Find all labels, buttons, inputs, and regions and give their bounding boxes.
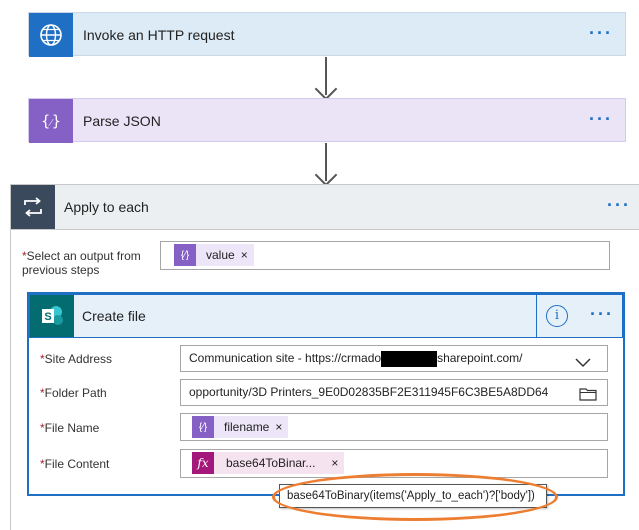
site-address-label: *Site Address	[40, 352, 113, 366]
svg-text:S: S	[44, 311, 51, 323]
site-address-dropdown[interactable]: Communication site - https://crmado share…	[180, 345, 608, 372]
expression-token-remove[interactable]: ×	[321, 456, 344, 470]
sharepoint-icon: S	[30, 295, 74, 337]
filename-token-remove[interactable]: ×	[275, 420, 288, 434]
create-file-header[interactable]: S Create file	[29, 294, 537, 338]
folder-path-input[interactable]: opportunity/3D Printers_9E0D02835BF2E311…	[180, 379, 608, 406]
http-request-title: Invoke an HTTP request	[83, 27, 235, 43]
http-request-more-button[interactable]: ···	[589, 13, 613, 57]
file-name-label: *File Name	[40, 421, 100, 435]
code-braces-icon: {⁄}	[174, 244, 196, 266]
code-braces-icon: {⁄}	[192, 416, 214, 438]
parse-json-title: Parse JSON	[83, 113, 161, 129]
create-file-title: Create file	[82, 308, 146, 324]
apply-to-each-more-button[interactable]: ···	[607, 185, 631, 229]
function-icon: fx	[192, 452, 214, 474]
parse-json-more-button[interactable]: ···	[589, 99, 613, 143]
info-icon[interactable]: i	[546, 305, 568, 327]
value-token-label: value	[206, 248, 235, 262]
connector-arrow-1	[314, 57, 338, 101]
folder-path-label: *Folder Path	[40, 386, 107, 400]
apply-to-each-header[interactable]: Apply to each ···	[10, 184, 639, 230]
filename-token[interactable]: {⁄} filename ×	[192, 416, 289, 438]
loop-arrows-icon	[11, 185, 55, 229]
globe-icon	[29, 13, 73, 57]
value-token-remove[interactable]: ×	[241, 248, 254, 262]
folder-icon[interactable]	[579, 385, 597, 405]
expression-token[interactable]: fx base64ToBinar... ×	[192, 452, 345, 474]
value-token[interactable]: {⁄} value ×	[174, 244, 254, 266]
chevron-down-icon[interactable]	[575, 352, 591, 371]
highlight-ellipse	[272, 473, 558, 521]
redacted-block	[381, 350, 438, 367]
connector-arrow-2	[314, 143, 338, 187]
parse-json-action[interactable]: {⁄} Parse JSON ···	[28, 98, 626, 143]
code-braces-icon: {⁄}	[29, 99, 73, 143]
select-output-label: *Select an output from previous steps	[22, 249, 141, 277]
create-file-more-button[interactable]: ···	[590, 294, 614, 338]
http-request-action[interactable]: Invoke an HTTP request ···	[28, 12, 626, 57]
apply-to-each-title: Apply to each	[64, 199, 149, 215]
expression-token-label: base64ToBinar...	[226, 456, 316, 470]
file-content-label: *File Content	[40, 457, 110, 471]
filename-token-label: filename	[224, 420, 270, 434]
